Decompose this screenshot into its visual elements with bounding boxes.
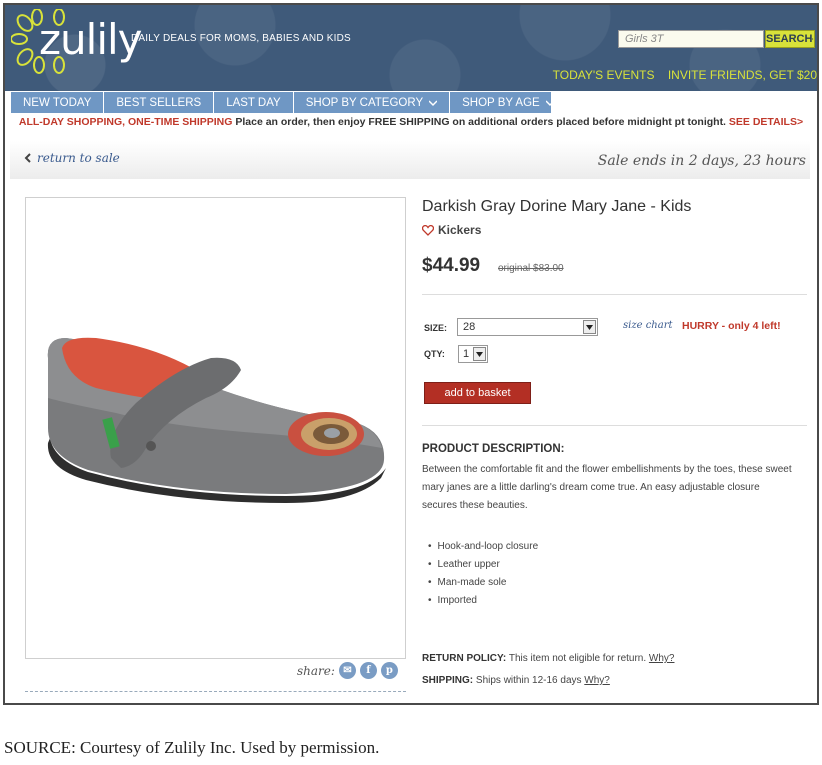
share-label: share: (297, 663, 335, 678)
product-image[interactable] (25, 197, 406, 659)
description-heading: PRODUCT DESCRIPTION: (422, 443, 565, 455)
description-text: Between the comfortable fit and the flow… (422, 464, 792, 511)
see-details-link[interactable]: SEE DETAILS> (729, 116, 803, 128)
divider (25, 691, 406, 692)
list-item: Man-made sole (428, 574, 538, 592)
shipping-text: Ships within 12-16 days (473, 675, 585, 686)
return-policy-text: This item not eligible for return. (506, 653, 649, 664)
list-item: Leather upper (428, 556, 538, 574)
shipping-label: SHIPPING: (422, 675, 474, 686)
search-button[interactable]: SEARCH (765, 30, 815, 48)
heart-icon[interactable] (422, 224, 434, 236)
promo-text: Place an order, then enjoy FREE SHIPPING… (232, 116, 729, 128)
facebook-share-icon[interactable]: f (359, 662, 377, 679)
logo-text: zulily (39, 15, 143, 64)
todays-events-link[interactable]: TODAY'S EVENTS (553, 68, 655, 82)
tagline: DAILY DEALS FOR MOMS, BABIES AND KIDS (131, 33, 351, 44)
arrow-right-icon (812, 37, 814, 41)
qty-label: QTY: (424, 349, 445, 359)
nav-last-day[interactable]: LAST DAY (214, 92, 294, 113)
pinterest-share-icon[interactable]: p (380, 662, 398, 679)
brand-name: Kickers (438, 223, 482, 237)
list-item: Hook-and-loop closure (428, 538, 539, 556)
return-to-sale-label: return to sale (37, 151, 120, 165)
chevron-down-icon (429, 99, 438, 106)
return-to-sale-link[interactable]: return to sale (24, 151, 120, 165)
divider (422, 294, 807, 295)
original-price: original $83.00 (498, 263, 564, 274)
share-bar: share: ✉ f p (297, 662, 398, 679)
header-links: TODAY'S EVENTS INVITE FRIENDS, GET $20 (543, 68, 817, 82)
shoe-illustration (47, 337, 387, 503)
main-nav: NEW TODAY BEST SELLERS LAST DAY SHOP BY … (5, 91, 817, 113)
qty-select[interactable]: 1 (458, 345, 488, 363)
promo-highlight: ALL-DAY SHOPPING, ONE-TIME SHIPPING (18, 116, 233, 128)
invite-friends-link[interactable]: INVITE FRIENDS, GET $20 (668, 68, 817, 82)
promo-banner: ALL-DAY SHOPPING, ONE-TIME SHIPPING Plac… (5, 116, 817, 128)
stock-warning: HURRY - only 4 left! (682, 320, 781, 332)
nav-shop-by-age[interactable]: SHOP BY AGE (450, 92, 566, 113)
divider (422, 425, 807, 426)
size-label: SIZE: (424, 323, 448, 333)
return-policy: RETURN POLICY: This item not eligible fo… (422, 653, 674, 664)
search-input[interactable]: Girls 3T (618, 30, 764, 48)
nav-shop-by-age-label: SHOP BY AGE (462, 96, 540, 109)
return-policy-label: RETURN POLICY: (422, 653, 507, 664)
size-select[interactable]: 28 (457, 318, 598, 336)
sale-price: $44.99 (422, 255, 481, 276)
chevron-left-icon (24, 153, 31, 163)
add-to-basket-button[interactable]: add to basket (424, 382, 531, 404)
dropdown-arrow-icon (473, 347, 486, 361)
email-share-icon[interactable]: ✉ (338, 662, 356, 679)
zulily-logo[interactable]: zulily (10, 8, 143, 77)
search-button-label: SEARCH (766, 33, 813, 45)
nav-shop-by-category[interactable]: SHOP BY CATEGORY (294, 92, 451, 113)
return-why-link[interactable]: Why? (649, 653, 675, 664)
source-caption: SOURCE: Courtesy of Zulily Inc. Used by … (4, 738, 380, 757)
product-title: Darkish Gray Dorine Mary Jane - Kids (422, 198, 692, 215)
dropdown-arrow-icon (583, 320, 596, 334)
nav-shop-by-category-label: SHOP BY CATEGORY (305, 96, 424, 109)
size-chart-link[interactable]: size chart (623, 320, 673, 331)
site-header: zulily DAILY DEALS FOR MOMS, BABIES AND … (5, 5, 817, 91)
qty-value: 1 (463, 348, 470, 360)
size-value: 28 (463, 321, 476, 333)
browser-frame: zulily DAILY DEALS FOR MOMS, BABIES AND … (3, 3, 819, 705)
nav-best-sellers[interactable]: BEST SELLERS (104, 92, 215, 113)
sale-ends-text: Sale ends in 2 days, 23 hours (597, 153, 806, 169)
shipping-info: SHIPPING: Ships within 12-16 days Why? (422, 675, 610, 686)
feature-list: Hook-and-loop closure Leather upper Man-… (428, 538, 539, 610)
return-bar: return to sale Sale ends in 2 days, 23 h… (10, 141, 810, 179)
nav-new-today[interactable]: NEW TODAY (11, 92, 105, 113)
brand-link[interactable]: Kickers (422, 223, 481, 237)
list-item: Imported (428, 592, 538, 610)
shipping-why-link[interactable]: Why? (584, 675, 610, 686)
chevron-down-icon (545, 99, 554, 106)
